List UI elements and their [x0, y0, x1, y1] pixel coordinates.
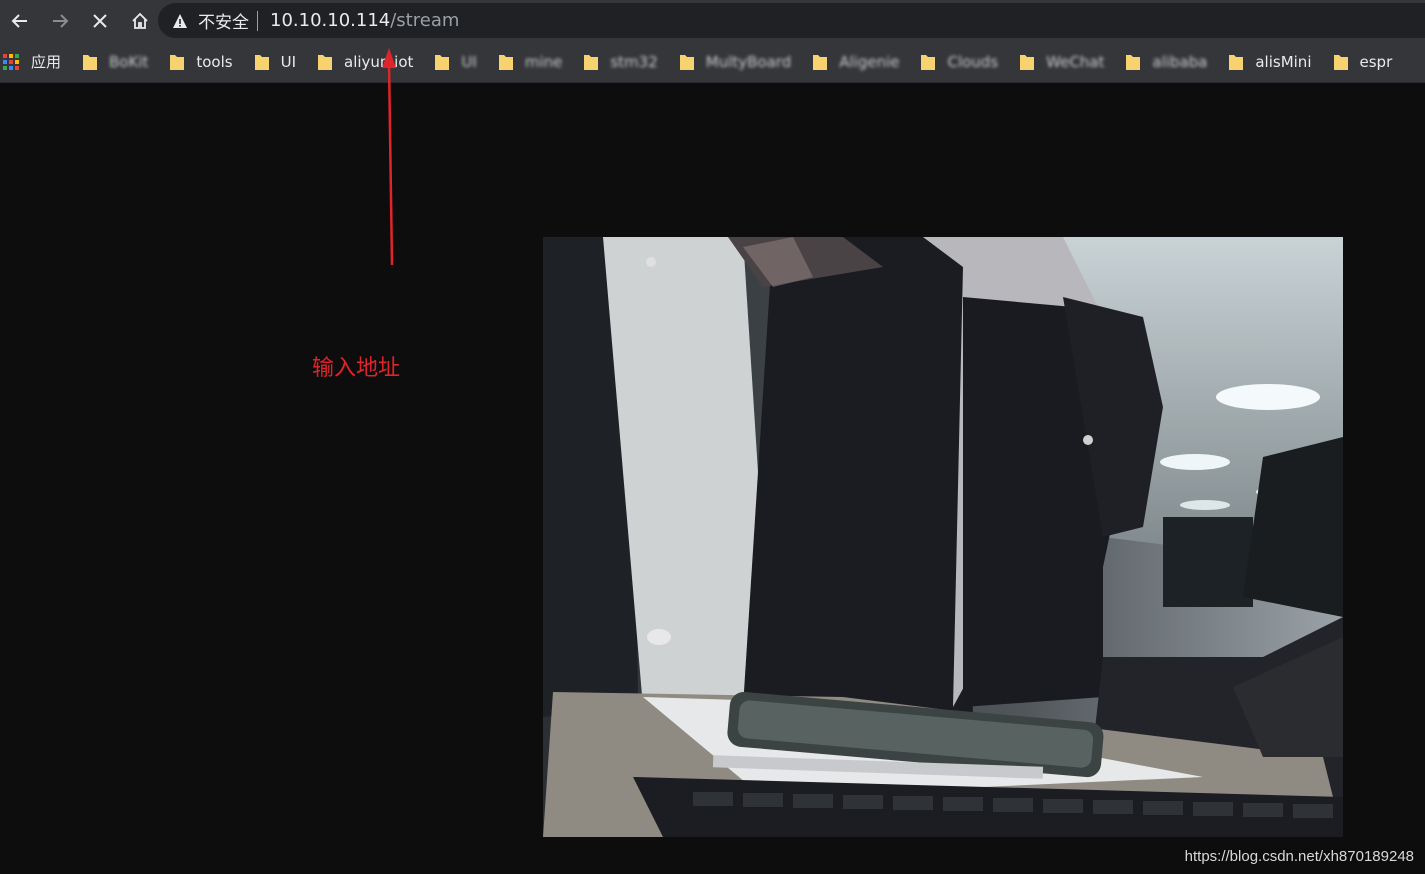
insecure-label[interactable]: 不安全 — [198, 8, 249, 33]
folder-icon — [83, 55, 98, 70]
folder-icon — [254, 55, 269, 70]
arrow-right-icon — [53, 14, 69, 28]
folder-icon — [584, 55, 599, 70]
forward-button[interactable] — [40, 0, 80, 42]
bookmark-label: UI — [280, 53, 296, 71]
close-icon — [93, 14, 107, 28]
bookmark-label: BoKit — [109, 53, 149, 71]
bookmark-folder[interactable]: espr — [1333, 48, 1393, 76]
url-path[interactable]: /stream — [390, 10, 459, 31]
bookmark-folder[interactable]: BoKit — [83, 48, 148, 76]
bookmark-folder[interactable]: UI — [254, 48, 296, 76]
annotation-label: 输入地址 — [312, 356, 401, 381]
folder-icon — [435, 55, 450, 70]
bookmark-folder[interactable]: mine — [498, 48, 563, 76]
address-bar[interactable]: 不安全 10.10.10.114 /stream — [158, 3, 1425, 38]
bookmark-label: MultyBoard — [705, 53, 792, 71]
bookmark-label: alibaba — [1152, 53, 1208, 71]
bookmark-folder[interactable]: stm32 — [584, 48, 658, 76]
arrow-left-icon — [11, 14, 27, 28]
bookmark-label: WeChat — [1046, 53, 1105, 71]
folder-icon — [679, 55, 694, 70]
arrowhead-icon — [382, 48, 396, 68]
bookmark-folder[interactable]: Aligenie — [813, 48, 899, 76]
home-button[interactable] — [120, 0, 160, 42]
bookmark-label: mine — [524, 53, 563, 71]
bookmark-folder[interactable]: alisMini — [1229, 48, 1312, 76]
bookmark-folder[interactable]: UI — [435, 48, 477, 76]
home-icon — [132, 12, 148, 29]
bookmark-label: stm32 — [610, 53, 658, 71]
annotation-arrow — [382, 48, 396, 266]
bookmark-folder-list: BoKit tools UI aliyun iot UI mine stm32 MultyBo… — [61, 48, 1392, 76]
folder-icon — [318, 55, 332, 70]
bookmark-folder[interactable]: alibaba — [1126, 48, 1207, 76]
address-separator — [257, 10, 258, 31]
bookmark-apps[interactable]: 应用 — [3, 48, 61, 76]
bookmark-folder[interactable]: MultyBoard — [679, 48, 792, 76]
bookmark-label: UI — [461, 53, 477, 71]
folder-icon — [813, 55, 828, 70]
bookmark-folder[interactable]: WeChat — [1020, 48, 1104, 76]
bookmark-label: tools — [196, 53, 233, 71]
folder-icon — [170, 55, 185, 70]
stream-picture — [543, 237, 1343, 837]
url-host[interactable]: 10.10.10.114 — [270, 10, 390, 31]
stop-loading-button[interactable] — [80, 0, 120, 42]
folder-icon — [1020, 55, 1035, 70]
camera-stream-image — [543, 237, 1343, 837]
bookmark-folder[interactable]: tools — [170, 48, 233, 76]
bookmark-label: espr — [1359, 53, 1393, 71]
bookmark-label: alisMini — [1255, 53, 1312, 71]
folder-icon — [1126, 55, 1141, 70]
watermark-url: https://blog.csdn.net/xh870189248 — [1184, 848, 1414, 865]
bookmark-folder[interactable]: Clouds — [921, 48, 998, 76]
folder-icon — [921, 55, 936, 70]
browser-toolbar: 不安全 10.10.10.114 /stream — [0, 0, 1425, 42]
bookmarks-bar: 应用 BoKit tools UI aliyun iot UI mine stm32 Mult… — [0, 42, 1425, 83]
warning-icon[interactable] — [172, 13, 188, 29]
bookmark-label: Clouds — [947, 53, 999, 71]
folder-icon — [498, 55, 513, 70]
bookmark-label: 应用 — [31, 53, 62, 71]
folder-icon — [1333, 55, 1348, 70]
back-button[interactable] — [0, 0, 40, 42]
apps-grid-icon — [3, 54, 19, 70]
folder-icon — [1229, 55, 1244, 70]
bookmark-label: Aligenie — [839, 53, 900, 71]
